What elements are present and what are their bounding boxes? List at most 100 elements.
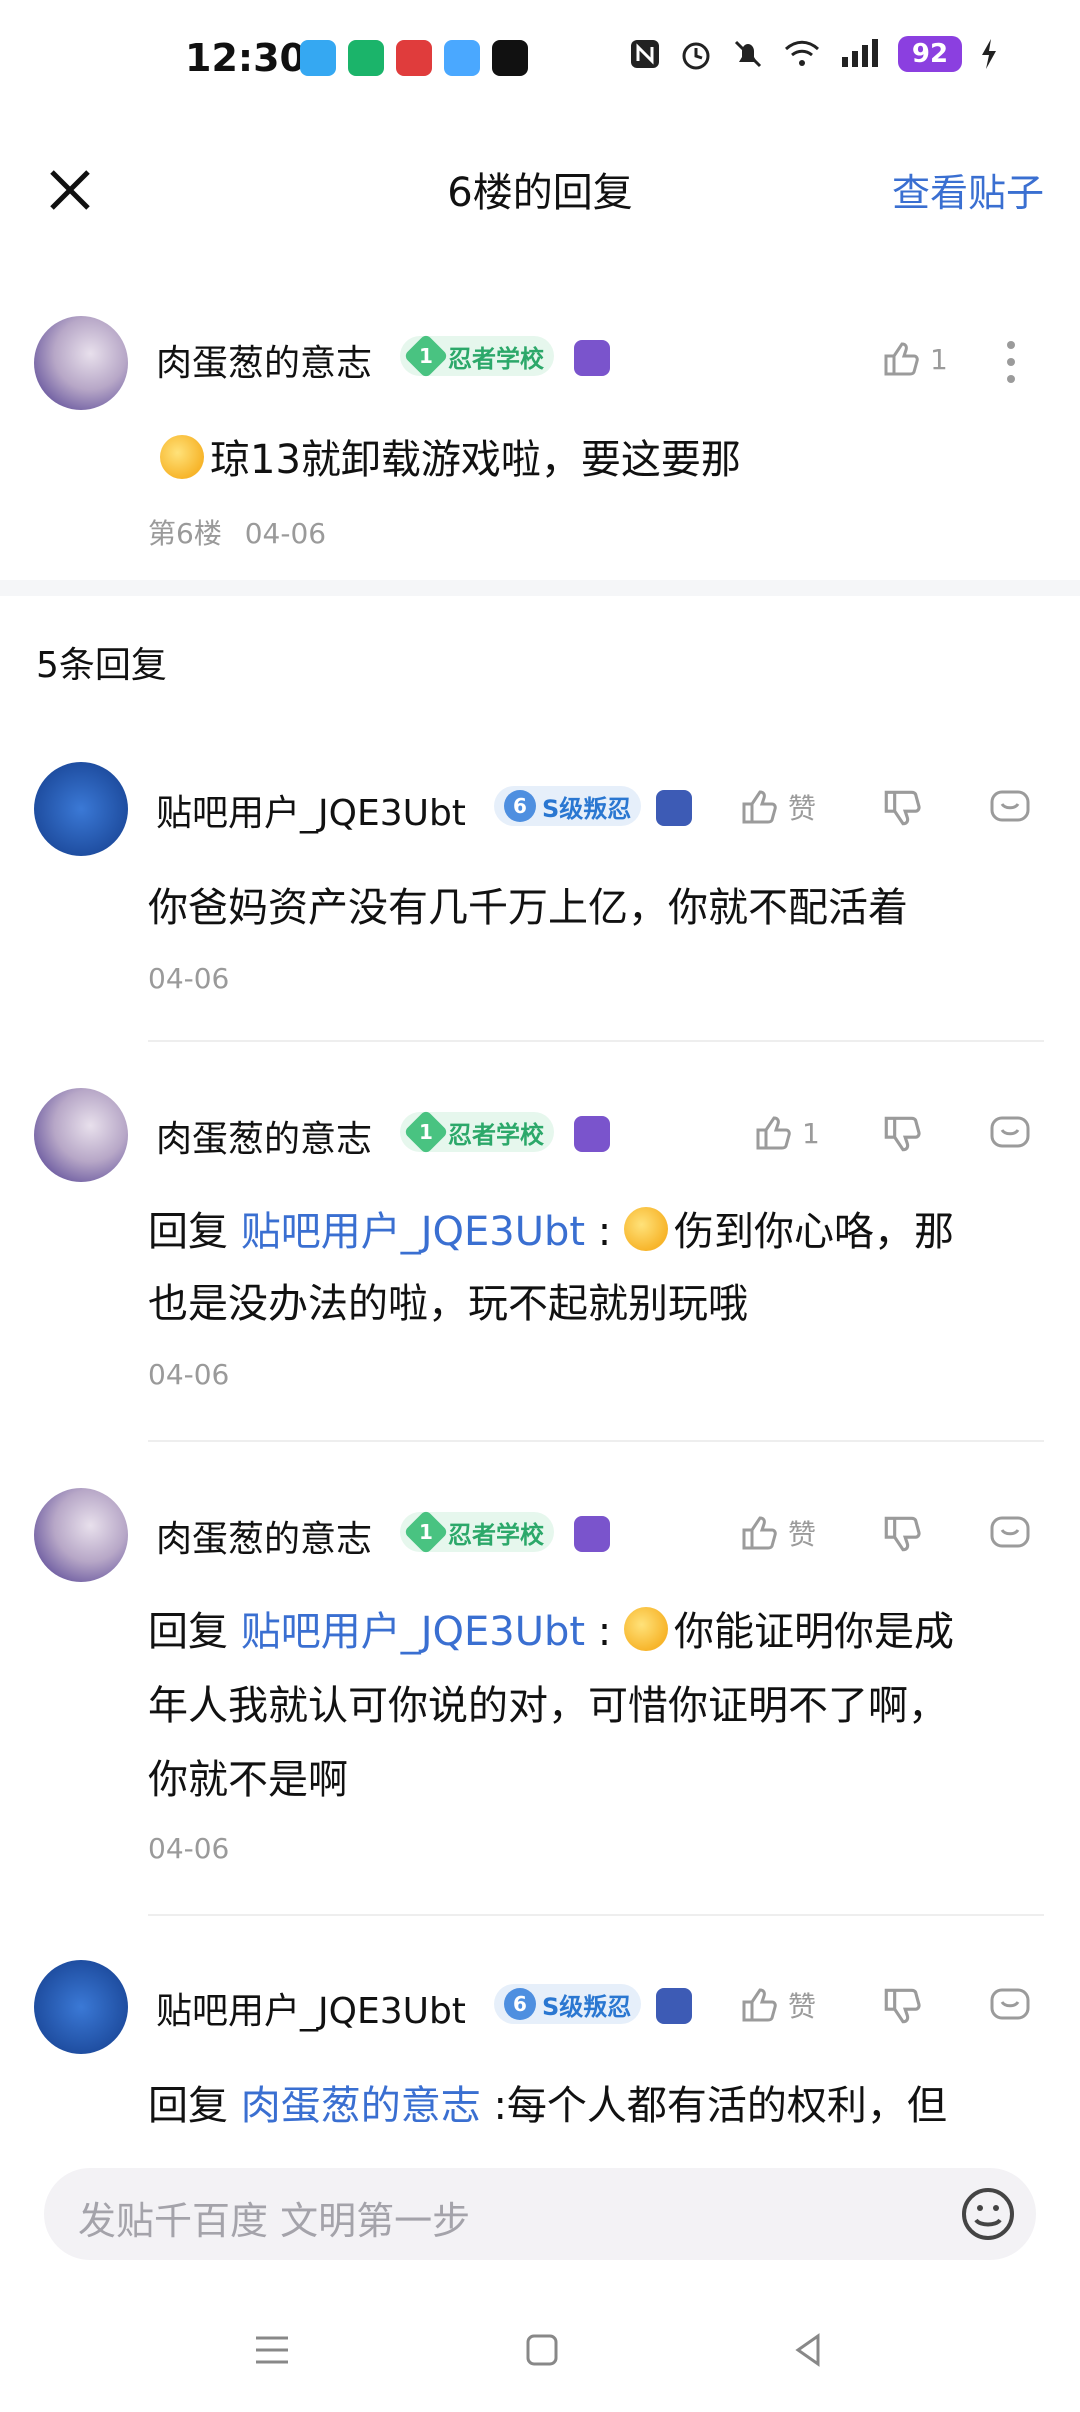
like-button[interactable]: 1 xyxy=(880,338,948,380)
wifi-icon xyxy=(784,40,820,66)
view-post-link[interactable]: 查看贴子 xyxy=(892,162,1044,217)
username[interactable]: 贴吧用户_JQE3Ubt xyxy=(156,784,466,836)
status-time: 12:30 xyxy=(185,36,306,80)
reply-prefix: 回复 xyxy=(148,1209,228,1255)
emoji-icon xyxy=(160,435,204,479)
rank-icon xyxy=(574,340,610,376)
input-placeholder: 发贴千百度 文明第一步 xyxy=(78,2199,471,2243)
thumbs-up-icon xyxy=(742,1988,777,2022)
level-icon: 6 xyxy=(504,790,536,822)
signal-5g-icon xyxy=(842,39,878,67)
comment-icon[interactable] xyxy=(988,786,1032,830)
level-icon: 1 xyxy=(403,333,449,379)
avatar[interactable] xyxy=(34,316,128,410)
emoji-icon xyxy=(624,1607,668,1651)
like-label: 赞 xyxy=(788,1518,817,1551)
like-button[interactable]: 赞 xyxy=(738,786,816,828)
main-post: 肉蛋葱的意志 1 忍者学校 1 琼13就卸载游戏啦，要这要那 第6楼 04-06 xyxy=(0,300,1080,580)
avatar[interactable] xyxy=(34,1488,128,1582)
post-date: 04-06 xyxy=(244,517,327,550)
like-count: 1 xyxy=(930,342,948,376)
avatar[interactable] xyxy=(34,762,128,856)
reply-prefix: 回复 xyxy=(148,1609,228,1655)
more-options-icon[interactable] xyxy=(1006,340,1016,384)
reply-date: 04-06 xyxy=(148,1832,230,1865)
reply-content-line: 年人我就认可你说的对，可惜你证明不了啊， xyxy=(148,1683,948,1729)
like-label: 赞 xyxy=(788,792,817,825)
status-bar: 12:30 92 xyxy=(0,0,1080,120)
thumbs-down-icon[interactable] xyxy=(880,786,924,830)
thumbs-up-icon xyxy=(742,790,777,824)
reply-to-link[interactable]: 肉蛋葱的意志 xyxy=(241,2083,481,2129)
comment-icon[interactable] xyxy=(988,1112,1032,1156)
feishu-icon xyxy=(300,40,336,76)
status-app-icons xyxy=(300,40,528,76)
username[interactable]: 肉蛋葱的意志 xyxy=(156,1110,372,1162)
thumbs-up-icon xyxy=(756,1116,791,1150)
level-icon: 1 xyxy=(403,1509,449,1555)
reply-to-link[interactable]: 贴吧用户_JQE3Ubt xyxy=(241,1609,585,1655)
username[interactable]: 贴吧用户_JQE3Ubt xyxy=(156,1982,466,2034)
like-button[interactable]: 赞 xyxy=(738,1984,816,2026)
reply-prefix: 回复 xyxy=(148,2083,228,2129)
reply-date: 04-06 xyxy=(148,1358,230,1391)
level-badge: 6 S级叛忍 xyxy=(494,786,642,826)
reply-content-line: 也是没办法的啦，玩不起就别玩哦 xyxy=(148,1281,748,1327)
level-badge-text: 忍者学校 xyxy=(448,1120,544,1149)
system-nav-bar xyxy=(0,2310,1080,2390)
thumbs-down-icon[interactable] xyxy=(880,1112,924,1156)
comment-input[interactable]: 发贴千百度 文明第一步 xyxy=(44,2168,1036,2260)
level-icon: 1 xyxy=(403,1109,449,1155)
like-button[interactable]: 赞 xyxy=(738,1512,816,1554)
level-badge-text: 忍者学校 xyxy=(448,1520,544,1549)
avatar[interactable] xyxy=(34,1088,128,1182)
username[interactable]: 肉蛋葱的意志 xyxy=(156,334,372,386)
home-icon[interactable] xyxy=(520,2328,564,2372)
like-button[interactable]: 1 xyxy=(752,1112,820,1154)
level-badge-text: S级叛忍 xyxy=(542,1992,632,2021)
thumbs-down-icon[interactable] xyxy=(880,1512,924,1556)
divider xyxy=(148,1914,1044,1916)
comment-icon[interactable] xyxy=(988,1984,1032,2028)
dewu-icon xyxy=(492,40,528,76)
alarm-icon xyxy=(682,42,710,70)
username[interactable]: 肉蛋葱的意志 xyxy=(156,1510,372,1562)
post-meta: 第6楼 04-06 xyxy=(148,512,326,552)
reply-content: 你爸妈资产没有几千万上亿，你就不配活着 xyxy=(148,885,908,931)
thumbs-up-icon xyxy=(742,1516,777,1550)
back-icon[interactable] xyxy=(786,2328,830,2372)
level-badge: 1 忍者学校 xyxy=(400,1509,554,1555)
thumbs-up-icon xyxy=(884,342,919,376)
header: 6楼的回复 查看贴子 xyxy=(0,150,1080,230)
status-right-icons: 92 xyxy=(628,36,1000,72)
reply-content-line: 你就不是啊 xyxy=(148,1757,348,1803)
level-badge-text: 忍者学校 xyxy=(448,344,544,373)
post-content: 琼13就卸载游戏啦，要这要那 xyxy=(160,424,741,496)
avatar[interactable] xyxy=(34,1960,128,2054)
reply-content: 回复 贴吧用户_JQE3Ubt : 伤到你心咯，那 xyxy=(148,1207,954,1255)
replies-count: 5条回复 xyxy=(36,645,167,686)
qidian-icon xyxy=(396,40,432,76)
level-badge: 1 忍者学校 xyxy=(400,1109,554,1155)
rank-icon xyxy=(656,790,692,826)
floor-label: 第6楼 xyxy=(148,517,222,550)
divider xyxy=(148,1040,1044,1042)
like-label: 赞 xyxy=(788,1990,817,2023)
emoji-picker-icon[interactable] xyxy=(958,2184,1018,2244)
reply-to-link[interactable]: 贴吧用户_JQE3Ubt xyxy=(241,1209,585,1255)
charging-icon xyxy=(982,39,996,69)
battery-indicator: 92 xyxy=(898,36,962,72)
like-count: 1 xyxy=(802,1116,820,1150)
comment-icon[interactable] xyxy=(988,1512,1032,1556)
reply-content: 回复 肉蛋葱的意志 :每个人都有活的权利，但 xyxy=(148,2083,947,2129)
level-badge-text: S级叛忍 xyxy=(542,794,632,823)
thumbs-down-icon[interactable] xyxy=(880,1984,924,2028)
browser-icon xyxy=(444,40,480,76)
level-badge: 1 忍者学校 xyxy=(400,333,554,379)
level-icon: 6 xyxy=(504,1988,536,2020)
shield-icon xyxy=(348,40,384,76)
menu-icon[interactable] xyxy=(250,2328,294,2372)
level-badge: 6 S级叛忍 xyxy=(494,1984,642,2024)
reply-date: 04-06 xyxy=(148,962,230,995)
reply-content: 回复 贴吧用户_JQE3Ubt : 你能证明你是成 xyxy=(148,1607,954,1655)
